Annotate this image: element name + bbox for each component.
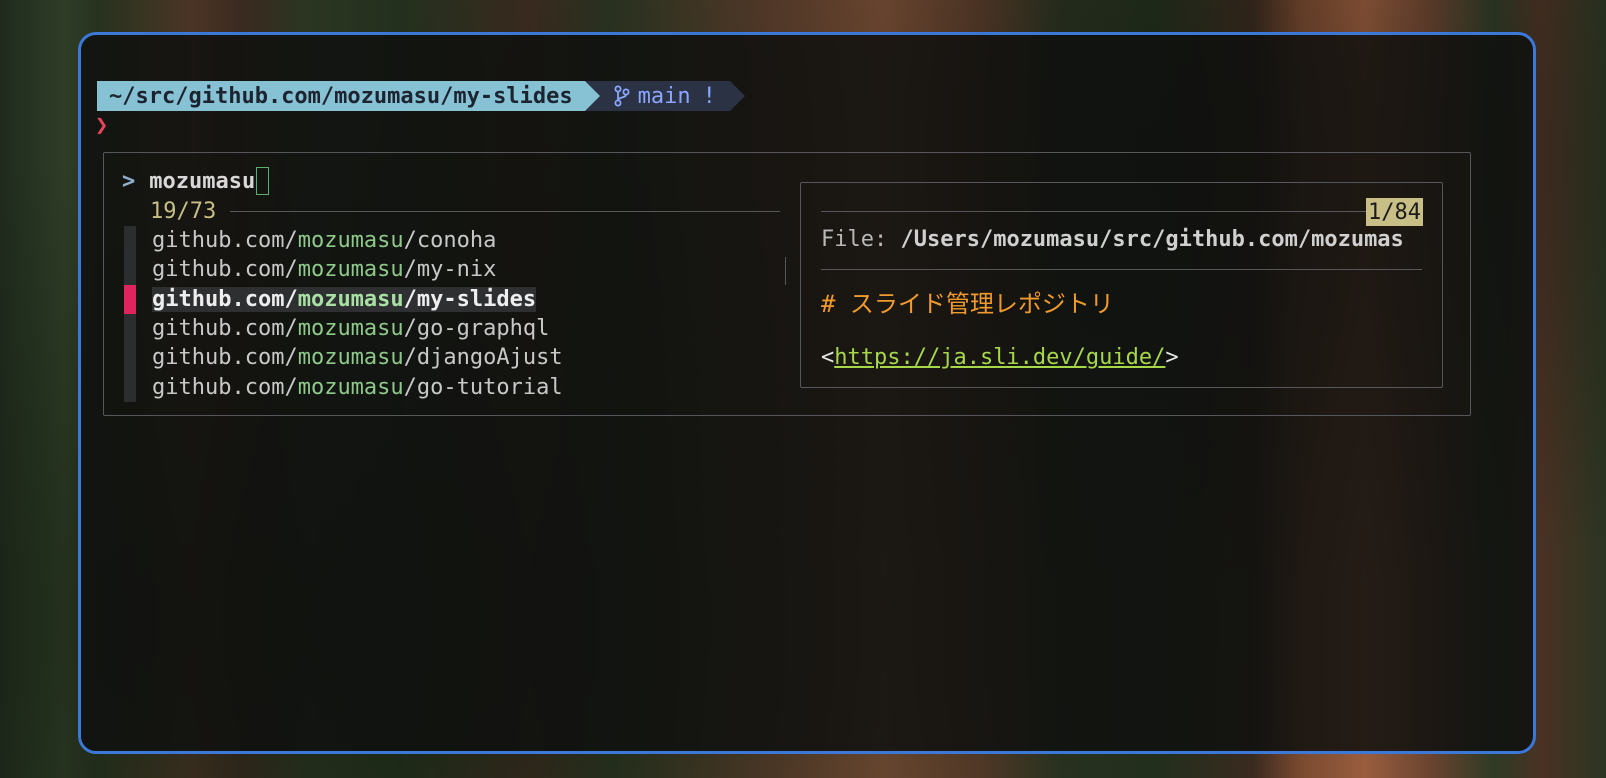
prompt-chevron: ❯ [95, 113, 109, 138]
preview-file-header: File: /Users/mozumasu/src/github.com/moz… [821, 227, 1404, 252]
git-branch-name: main [637, 83, 691, 109]
list-item-selected[interactable]: github.com/mozumasu/my-slides [124, 284, 784, 314]
markdown-heading: # スライド管理レポジトリ [821, 290, 1114, 318]
prompt-separator [584, 81, 600, 111]
markdown-link-line: <https://ja.sli.dev/guide/> [821, 345, 1179, 370]
prompt-path: ~/src/github.com/mozumasu/my-slides [97, 81, 585, 111]
prompt-git-status: main ! [599, 81, 730, 111]
fzf-result-list: github.com/mozumasu/conoha github.com/mo… [124, 226, 784, 402]
item-gutter [124, 226, 136, 256]
file-label: File: [821, 227, 901, 252]
item-gutter [124, 343, 136, 373]
list-scrollbar[interactable] [785, 257, 786, 285]
file-path: /Users/mozumasu/src/github.com/mozumas [900, 227, 1404, 252]
list-item[interactable]: github.com/mozumasu/conoha [124, 226, 784, 256]
list-item[interactable]: github.com/mozumasu/djangoAjust [124, 343, 784, 373]
fzf-query-line[interactable]: > mozumasu [122, 167, 270, 195]
fzf-query-input[interactable]: mozumasu [149, 169, 255, 194]
item-gutter [124, 372, 136, 402]
git-dirty-indicator: ! [702, 83, 716, 109]
list-item[interactable]: github.com/mozumasu/my-nix [124, 255, 784, 285]
list-item[interactable]: github.com/mozumasu/go-tutorial [124, 372, 784, 402]
fzf-match-counter: 19/73 [150, 198, 217, 224]
item-text: github.com/mozumasu/go-graphql [152, 316, 550, 342]
item-gutter [124, 255, 136, 285]
fzf-separator [230, 210, 780, 212]
preview-top-rule [821, 211, 1369, 212]
preview-header-rule [821, 269, 1422, 270]
preview-link[interactable]: https://ja.sli.dev/guide/ [834, 345, 1165, 370]
preview-position-badge: 1/84 [1366, 198, 1423, 226]
selection-marker [124, 284, 136, 314]
item-text: github.com/mozumasu/conoha [152, 228, 497, 254]
item-text: github.com/mozumasu/djangoAjust [152, 345, 563, 371]
desktop-background: ~/src/github.com/mozumasu/my-slides main… [0, 0, 1606, 778]
item-gutter [124, 313, 136, 344]
fzf-finder: > mozumasu 19/73 github.com/mozumasu/con… [103, 152, 1471, 416]
item-text: github.com/mozumasu/go-tutorial [152, 374, 563, 400]
shell-prompt: ~/src/github.com/mozumasu/my-slides main… [97, 81, 745, 111]
list-item[interactable]: github.com/mozumasu/go-graphql [124, 313, 784, 344]
item-text: github.com/mozumasu/my-slides [152, 286, 537, 312]
fzf-counter-row: 19/73 [150, 197, 780, 225]
text-cursor [256, 167, 270, 195]
item-text: github.com/mozumasu/my-nix [152, 257, 497, 283]
terminal-window[interactable]: ~/src/github.com/mozumasu/my-slides main… [78, 32, 1536, 754]
prompt-end-separator [729, 81, 745, 111]
git-branch-icon [614, 85, 630, 107]
fzf-prompt-pointer: > [122, 168, 136, 194]
preview-pane[interactable]: 1/84 File: /Users/mozumasu/src/github.co… [800, 182, 1443, 388]
